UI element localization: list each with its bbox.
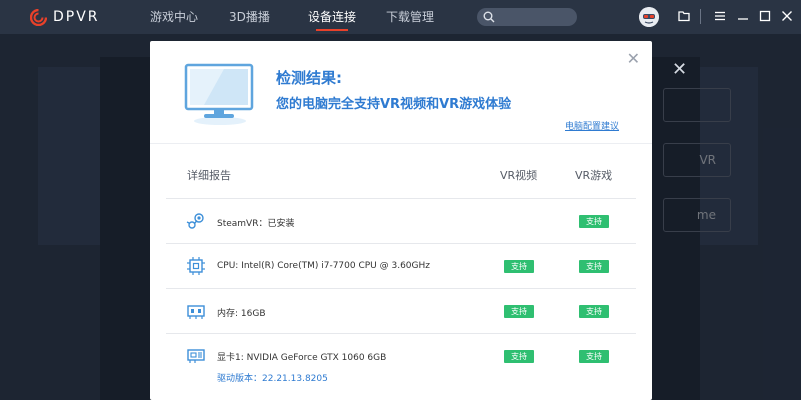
report-row-memory: 内存: 16GB 支持 支持 (166, 289, 636, 333)
vr-game-support-badge: 支持 (579, 350, 609, 363)
steam-icon (186, 213, 204, 229)
gpu-icon (187, 349, 205, 363)
nav-device-connect[interactable]: 设备连接 (308, 0, 356, 34)
top-bar: DPVR 游戏中心 3D播播 设备连接 下载管理 (0, 0, 801, 34)
menu-icon[interactable] (713, 9, 727, 23)
report-row-steamvr: SteamVR：已安装 支持 (166, 199, 636, 243)
row-text: 显卡1: NVIDIA GeForce GTX 1060 6GB (217, 353, 387, 363)
result-title: 检测结果: (276, 69, 342, 87)
close-window-icon[interactable] (780, 9, 794, 23)
vr-video-support-badge: 支持 (504, 260, 534, 273)
row-text: 内存: 16GB (217, 309, 266, 319)
dialog-close-icon[interactable]: ✕ (627, 51, 640, 67)
avatar-icon (639, 7, 659, 27)
search-icon (483, 11, 495, 23)
monitor-icon (184, 63, 254, 125)
user-avatar[interactable] (639, 7, 659, 27)
vr-video-support-badge: 支持 (504, 305, 534, 318)
vr-video-support-badge: 支持 (504, 350, 534, 363)
row-text: SteamVR：已安装 (217, 219, 295, 229)
folder-icon[interactable] (677, 9, 691, 23)
report-row-cpu: CPU: Intel(R) Core(TM) i7-7700 CPU @ 3.6… (166, 244, 636, 288)
header-vr-game: VR游戏 (575, 169, 613, 182)
nav-download-manager[interactable]: 下载管理 (386, 0, 434, 34)
detection-result-dialog: ✕ 检测结果: 您的电脑完全支持VR视频和VR游戏体验 电脑配置建议 详细报告 … (150, 41, 652, 400)
logo-icon (30, 8, 47, 26)
driver-version-text: 驱动版本：22.21.13.8205 (217, 374, 328, 384)
background-close-icon[interactable]: ✕ (672, 61, 687, 79)
vr-game-support-badge: 支持 (579, 260, 609, 273)
header-report: 详细报告 (187, 169, 231, 182)
cpu-icon (187, 257, 205, 275)
search-input[interactable] (477, 8, 577, 26)
result-description: 您的电脑完全支持VR视频和VR游戏体验 (276, 97, 512, 112)
nav-game-center[interactable]: 游戏中心 (150, 0, 198, 34)
row-text: CPU: Intel(R) Core(TM) i7-7700 CPU @ 3.6… (217, 261, 430, 271)
report-row-gpu: 显卡1: NVIDIA GeForce GTX 1060 6GB 驱动版本：22… (166, 334, 636, 390)
vr-game-support-badge: 支持 (579, 215, 609, 228)
vr-game-support-badge: 支持 (579, 305, 609, 318)
header-divider (150, 143, 652, 144)
title-divider (700, 9, 701, 24)
nav-3d-play[interactable]: 3D播播 (229, 0, 270, 34)
config-suggestion-link[interactable]: 电脑配置建议 (565, 119, 619, 132)
minimize-icon[interactable] (736, 9, 750, 23)
logo-text: DPVR (53, 9, 100, 25)
memory-icon (187, 305, 205, 319)
header-vr-video: VR视频 (500, 169, 538, 182)
dpvr-logo[interactable]: DPVR (30, 7, 100, 27)
maximize-icon[interactable] (758, 9, 772, 23)
